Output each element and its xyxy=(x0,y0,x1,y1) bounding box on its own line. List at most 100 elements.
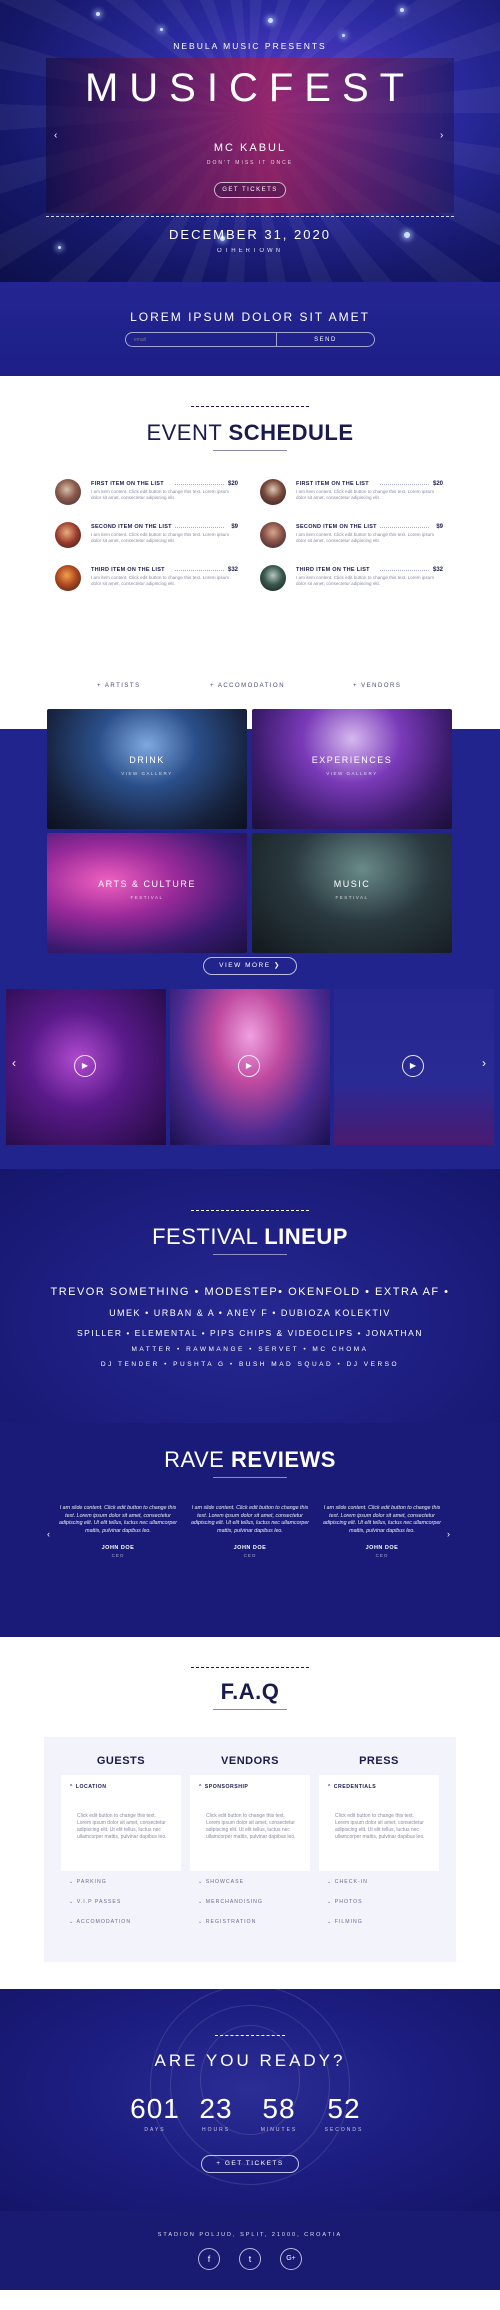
lineup-title-light: FESTIVAL xyxy=(152,1224,258,1249)
schedule-title-bold: SCHEDULE xyxy=(228,420,354,445)
gallery-tile-music[interactable]: MUSIC FESTIVAL xyxy=(252,833,452,953)
get-tickets-button[interactable]: GET TICKETS xyxy=(214,182,286,198)
send-button[interactable]: SEND xyxy=(276,333,374,346)
video-tile[interactable]: ▶ xyxy=(334,989,494,1145)
faq-column-heading: PRESS xyxy=(359,1755,399,1767)
gallery-tile-sub: VIEW GALLERY xyxy=(326,771,378,776)
countdown-section: ARE YOU READY? 601 DAYS 23 HOURS 58 MINU… xyxy=(0,1989,500,2211)
schedule-item-thumb xyxy=(260,522,286,548)
faq-column-press: PRESS ⌃ CREDENTIALS Click edit button to… xyxy=(319,1755,439,1925)
reviews-title-bold: REVIEWS xyxy=(230,1447,336,1472)
gallery-tile-arts-culture[interactable]: ARTS & CULTURE FESTIVAL xyxy=(47,833,247,953)
gallery-tile-sub: VIEW GALLERY xyxy=(121,771,173,776)
video-tile[interactable]: ▶ xyxy=(6,989,166,1145)
price-leader xyxy=(380,484,429,485)
faq-item-label: FILMING xyxy=(334,1919,363,1925)
email-field[interactable] xyxy=(126,333,276,346)
price-leader xyxy=(175,570,224,571)
faq-item[interactable]: ⌄ V.I.P PASSES xyxy=(69,1899,121,1905)
gallery-next-arrow-icon[interactable]: › xyxy=(482,1056,486,1070)
review-author: JOHN DOE xyxy=(365,1545,399,1551)
schedule-item-thumb xyxy=(55,522,81,548)
countdown-days-label: DAYS xyxy=(144,2127,166,2133)
gallery-tile-sub: FESTIVAL xyxy=(335,895,369,900)
lineup-row: DJ TENDER • PUSHTA G • BUSH MAD SQUAD • … xyxy=(100,1361,400,1368)
faq-item-label: CHECK-IN xyxy=(334,1879,368,1885)
schedule-item-desc: I am item content. Click edit button to … xyxy=(296,532,435,543)
countdown-get-tickets-button[interactable]: + GET TICKETS xyxy=(201,2155,299,2173)
schedule-item-name: SECOND ITEM ON THE LIST xyxy=(296,524,377,530)
schedule-item-name: SECOND ITEM ON THE LIST xyxy=(91,524,172,530)
faq-open-item[interactable]: ⌃ CREDENTIALS Click edit button to chang… xyxy=(319,1775,439,1871)
schedule-item: FIRST ITEM ON THE LIST $20 I am item con… xyxy=(260,479,443,513)
hero-section: NEBULA MUSIC PRESENTS MUSICFEST MC KABUL… xyxy=(0,0,500,282)
schedule-item-desc: I am item content. Click edit button to … xyxy=(296,489,435,500)
tab-vendors[interactable]: + VENDORS xyxy=(353,683,401,689)
twitter-icon[interactable]: t xyxy=(239,2248,261,2270)
faq-item[interactable]: ⌄ PARKING xyxy=(69,1879,107,1885)
hero-artist: MC KABUL xyxy=(213,142,287,154)
gallery-tile-label: DRINK xyxy=(129,755,165,765)
gallery-tile-drink[interactable]: DRINK VIEW GALLERY xyxy=(47,709,247,829)
faq-item[interactable]: ⌄ FILMING xyxy=(327,1919,363,1925)
facebook-icon[interactable]: f xyxy=(198,2248,220,2270)
hero-presents: NEBULA MUSIC PRESENTS xyxy=(173,41,327,51)
faq-item-label: PARKING xyxy=(76,1879,107,1885)
reviews-title-light: RAVE xyxy=(164,1447,225,1472)
faq-item[interactable]: ⌄ REGISTRATION xyxy=(198,1919,256,1925)
section-underline xyxy=(213,1254,287,1255)
gallery-tile-experiences[interactable]: EXPERIENCES VIEW GALLERY xyxy=(252,709,452,829)
hero-divider xyxy=(46,216,454,217)
gallery-prev-arrow-icon[interactable]: ‹ xyxy=(12,1056,16,1070)
faq-item[interactable]: ⌄ PHOTOS xyxy=(327,1899,363,1905)
play-icon[interactable]: ▶ xyxy=(238,1055,260,1077)
countdown-minutes-value: 58 xyxy=(262,2093,296,2124)
faq-answer: Click edit button to change this text. L… xyxy=(335,1813,425,1840)
faq-open-item[interactable]: ⌃ SPONSORSHIP Click edit button to chang… xyxy=(190,1775,310,1871)
schedule-item-name: FIRST ITEM ON THE LIST xyxy=(91,481,164,487)
countdown-seconds-label: SECONDS xyxy=(324,2127,364,2133)
schedule-title: EVENT SCHEDULE xyxy=(0,420,500,446)
countdown-minutes-label: MINUTES xyxy=(260,2127,298,2133)
hero-place: OTHERTOWN xyxy=(216,248,284,254)
play-icon[interactable]: ▶ xyxy=(402,1055,424,1077)
gallery-section: DRINK VIEW GALLERY EXPERIENCES VIEW GALL… xyxy=(0,699,500,1169)
section-divider xyxy=(215,2035,285,2036)
reviews-section: RAVE REVIEWS I am slide content. Click e… xyxy=(0,1423,500,1637)
play-icon[interactable]: ▶ xyxy=(74,1055,96,1077)
hero-next-arrow-icon[interactable]: › xyxy=(440,130,443,141)
section-divider xyxy=(191,1667,309,1668)
schedule-item-thumb xyxy=(55,479,81,505)
schedule-item-price: $32 xyxy=(432,567,443,573)
reviews-next-arrow-icon[interactable]: › xyxy=(447,1529,450,1539)
light-dot xyxy=(160,28,163,31)
tab-artists[interactable]: + ARTISTS xyxy=(97,683,141,689)
gallery-tile-label: MUSIC xyxy=(333,879,371,889)
schedule-item: THIRD ITEM ON THE LIST $32 I am item con… xyxy=(260,565,443,599)
faq-item[interactable]: ⌄ SHOWCASE xyxy=(198,1879,244,1885)
faq-item[interactable]: ⌄ MERCHANDISING xyxy=(198,1899,263,1905)
schedule-item-desc: I am item content. Click edit button to … xyxy=(296,575,435,586)
faq-question: LOCATION xyxy=(75,1784,107,1790)
countdown-hours-value: 23 xyxy=(199,2093,233,2124)
light-dot xyxy=(342,34,345,37)
hero-prev-arrow-icon[interactable]: ‹ xyxy=(54,130,57,141)
section-underline xyxy=(213,1709,287,1710)
faq-item[interactable]: ⌄ CHECK-IN xyxy=(327,1879,368,1885)
faq-column-guests: GUESTS ⌃ LOCATION Click edit button to c… xyxy=(61,1755,181,1925)
faq-open-item[interactable]: ⌃ LOCATION Click edit button to change t… xyxy=(61,1775,181,1871)
faq-column-heading: GUESTS xyxy=(96,1755,146,1767)
lineup-row: TREVOR SOMETHING • MODESTEP• OKENFOLD • … xyxy=(50,1286,450,1298)
faq-item-label: PHOTOS xyxy=(334,1899,363,1905)
video-tile[interactable]: ▶ xyxy=(170,989,330,1145)
schedule-item-price: $20 xyxy=(227,481,238,487)
tab-accomodation[interactable]: + ACCOMODATION xyxy=(210,683,285,689)
reviews-prev-arrow-icon[interactable]: ‹ xyxy=(47,1529,50,1539)
lineup-title-bold: LINEUP xyxy=(264,1224,348,1249)
schedule-item-name: THIRD ITEM ON THE LIST xyxy=(296,567,370,573)
faq-answer: Click edit button to change this text. L… xyxy=(77,1813,167,1840)
schedule-title-light: EVENT xyxy=(146,420,222,445)
faq-item[interactable]: ⌄ ACCOMODATION xyxy=(69,1919,131,1925)
google-plus-icon[interactable]: G+ xyxy=(280,2248,302,2270)
view-more-button[interactable]: VIEW MORE ❯ xyxy=(203,957,297,975)
